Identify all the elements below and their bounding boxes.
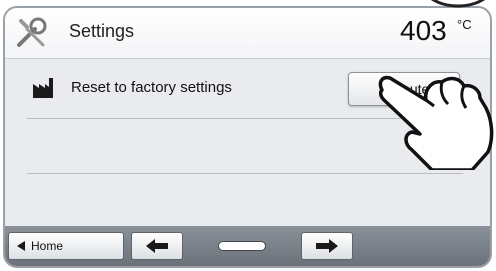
footer-bar: Home <box>5 226 490 266</box>
factory-icon <box>33 78 53 98</box>
temperature-readout: 403 <box>400 15 447 46</box>
previous-button[interactable] <box>131 232 183 260</box>
dial-edge-icon <box>430 0 486 8</box>
next-button[interactable] <box>301 232 353 260</box>
row-divider <box>27 173 463 174</box>
tools-icon <box>17 17 47 47</box>
page-indicator <box>218 241 266 251</box>
home-label: Home <box>31 239 64 253</box>
page-title: Settings <box>69 21 135 41</box>
temperature-unit: °C <box>457 17 472 32</box>
arrow-right-icon <box>316 239 338 253</box>
arrow-left-icon <box>146 239 168 253</box>
reset-factory-label: Reset to factory settings <box>71 79 232 96</box>
triangle-left-icon <box>17 241 25 251</box>
header-bar: Settings 403 °C <box>5 8 490 59</box>
pointing-hand-icon <box>378 75 494 170</box>
home-button[interactable]: Home <box>8 232 124 260</box>
